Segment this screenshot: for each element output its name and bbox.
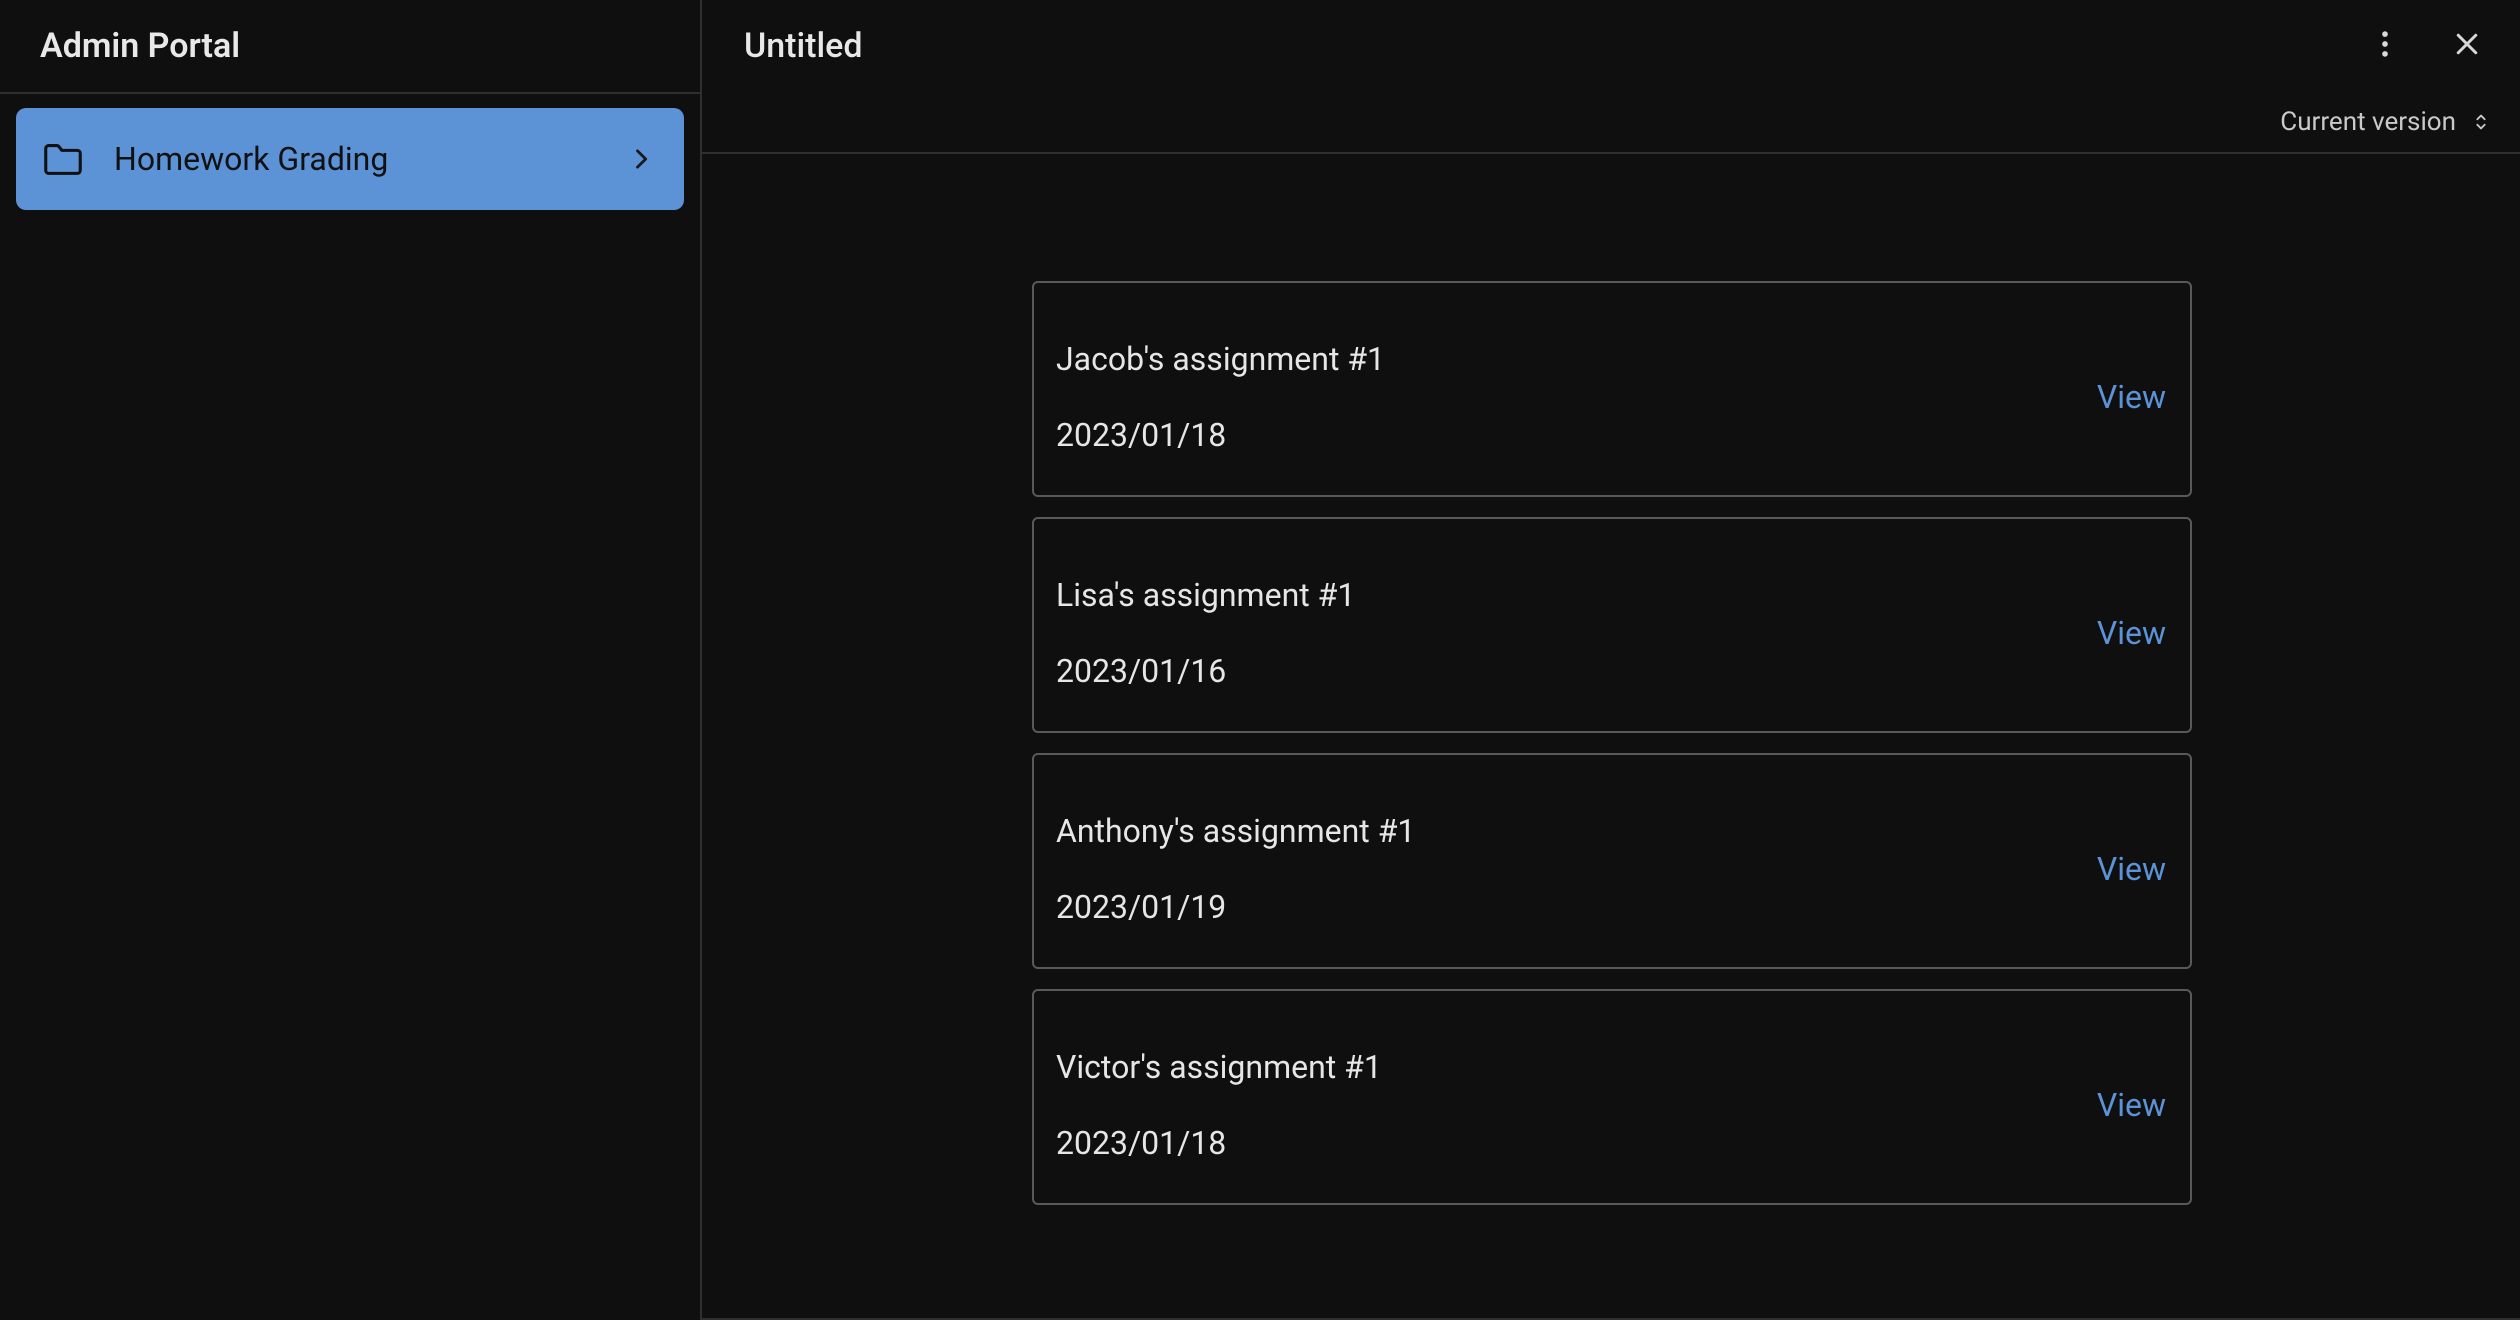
assignment-card: Anthony's assignment #1 2023/01/19 View xyxy=(1032,753,2192,969)
assignment-card: Jacob's assignment #1 2023/01/18 View xyxy=(1032,281,2192,497)
assignment-title: Anthony's assignment #1 xyxy=(1056,812,2097,850)
chevron-up-down-icon xyxy=(2468,106,2494,138)
folder-icon xyxy=(38,134,88,184)
more-options-button[interactable] xyxy=(2362,23,2408,69)
content: Jacob's assignment #1 2023/01/18 View Li… xyxy=(702,154,2520,1320)
version-selector[interactable]: Current version xyxy=(2280,106,2494,138)
version-label: Current version xyxy=(2280,107,2456,137)
view-link[interactable]: View xyxy=(2097,614,2168,652)
assignment-date: 2023/01/18 xyxy=(1056,416,2097,454)
sidebar-header: Admin Portal xyxy=(0,0,700,94)
view-link[interactable]: View xyxy=(2097,850,2168,888)
view-link[interactable]: View xyxy=(2097,378,2168,416)
sidebar-item-homework-grading[interactable]: Homework Grading xyxy=(16,108,684,210)
assignment-card: Victor's assignment #1 2023/01/18 View xyxy=(1032,989,2192,1205)
assignment-info: Victor's assignment #1 2023/01/18 xyxy=(1056,1048,2097,1162)
page-title: Untitled xyxy=(744,26,2362,66)
assignment-info: Anthony's assignment #1 2023/01/19 xyxy=(1056,812,2097,926)
close-icon xyxy=(2452,29,2482,63)
assignment-info: Jacob's assignment #1 2023/01/18 xyxy=(1056,340,2097,454)
topbar-actions xyxy=(2362,23,2490,69)
assignment-date: 2023/01/16 xyxy=(1056,652,2097,690)
close-button[interactable] xyxy=(2444,23,2490,69)
assignment-card: Lisa's assignment #1 2023/01/16 View xyxy=(1032,517,2192,733)
topbar: Untitled xyxy=(702,0,2520,92)
sidebar-item-label: Homework Grading xyxy=(114,140,624,178)
assignment-list: Jacob's assignment #1 2023/01/18 View Li… xyxy=(1032,281,2192,1205)
sidebar-body: Homework Grading xyxy=(0,94,700,1320)
subbar: Current version xyxy=(702,92,2520,154)
sidebar: Admin Portal Homework Grading xyxy=(0,0,702,1320)
assignment-title: Lisa's assignment #1 xyxy=(1056,576,2097,614)
assignment-title: Jacob's assignment #1 xyxy=(1056,340,2097,378)
chevron-right-icon xyxy=(624,142,658,176)
assignment-date: 2023/01/18 xyxy=(1056,1124,2097,1162)
assignment-title: Victor's assignment #1 xyxy=(1056,1048,2097,1086)
assignment-info: Lisa's assignment #1 2023/01/16 xyxy=(1056,576,2097,690)
app-root: Admin Portal Homework Grading Untitl xyxy=(0,0,2520,1320)
assignment-date: 2023/01/19 xyxy=(1056,888,2097,926)
main: Untitled xyxy=(702,0,2520,1320)
view-link[interactable]: View xyxy=(2097,1086,2168,1124)
sidebar-title: Admin Portal xyxy=(40,26,240,66)
vertical-dots-icon xyxy=(2368,27,2402,65)
